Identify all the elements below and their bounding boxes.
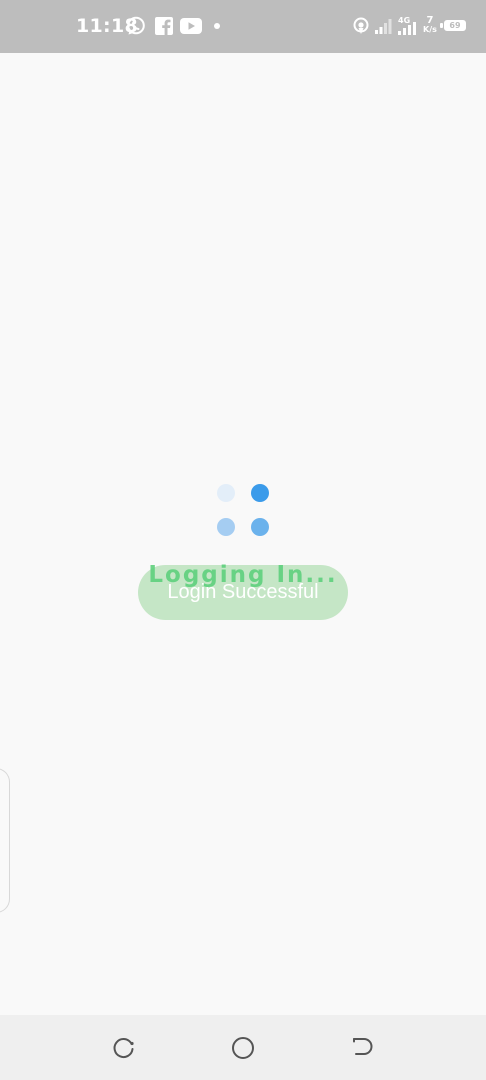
battery-icon: 69 (444, 20, 466, 31)
loading-dot (217, 518, 235, 536)
loading-dot (217, 484, 235, 502)
recent-apps-button[interactable] (111, 1035, 137, 1061)
loading-status-text: Logging In... (148, 562, 338, 588)
battery-tip (440, 23, 443, 28)
facebook-icon (155, 17, 173, 35)
signal-icon (375, 19, 392, 34)
loading-dot (251, 518, 269, 536)
network-speed-unit: K/s (423, 25, 437, 34)
youtube-icon (180, 18, 202, 34)
more-notifications-dot (214, 23, 220, 29)
network-speed-value: 7 (426, 15, 434, 26)
edge-panel-handle[interactable] (0, 768, 10, 913)
navigation-bar (0, 1015, 486, 1080)
hotspot-icon (353, 17, 369, 34)
home-button[interactable] (230, 1035, 256, 1061)
signal-icon-secondary (398, 22, 416, 35)
whatsapp-icon (127, 16, 145, 35)
network-speed: 7 K/s (421, 15, 439, 35)
battery-level: 69 (449, 21, 461, 30)
back-button[interactable] (349, 1035, 375, 1061)
loading-dot (251, 484, 269, 502)
loading-spinner (216, 483, 270, 537)
status-bar: 11:18 4G 7 K/s 69 (0, 0, 486, 53)
